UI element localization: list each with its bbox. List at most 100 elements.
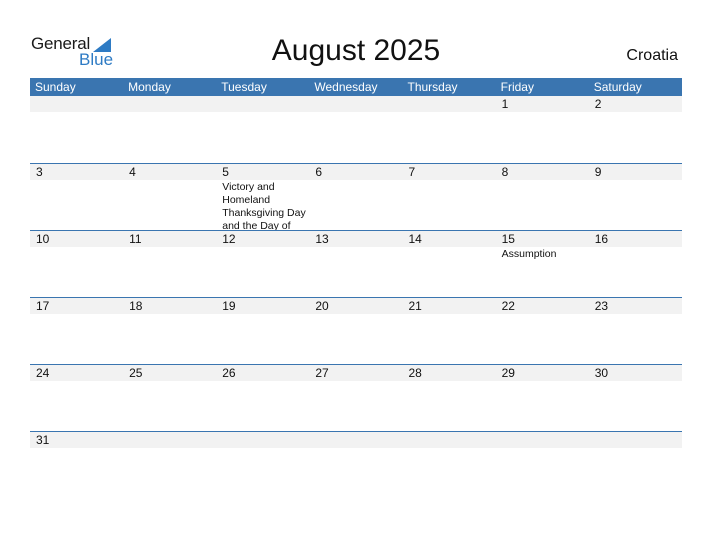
calendar-grid: Sunday Monday Tuesday Wednesday Thursday Frid… bbox=[30, 78, 682, 498]
day-number bbox=[496, 432, 589, 448]
day-number: 12 bbox=[222, 232, 236, 246]
events-area bbox=[30, 381, 682, 431]
day-event bbox=[30, 381, 123, 431]
day-number: 5 bbox=[222, 165, 229, 179]
day-event bbox=[309, 112, 402, 162]
day-event bbox=[309, 314, 402, 364]
day-number: 24 bbox=[36, 366, 50, 380]
day-number bbox=[309, 96, 402, 112]
day-event: Assumption bbox=[501, 248, 557, 260]
week-row: 17 18 19 20 21 22 23 bbox=[30, 297, 682, 364]
day-event bbox=[123, 112, 216, 162]
day-number: 21 bbox=[408, 299, 422, 313]
day-event bbox=[30, 314, 123, 364]
weekday-wednesday: Wednesday bbox=[314, 80, 378, 94]
events-area bbox=[30, 448, 682, 498]
day-event bbox=[589, 180, 682, 230]
day-number: 20 bbox=[315, 299, 329, 313]
date-band: 17 18 19 20 21 22 23 bbox=[30, 298, 682, 314]
day-event bbox=[589, 112, 682, 162]
day-number: 23 bbox=[594, 299, 609, 313]
week-row: 31 bbox=[30, 431, 682, 498]
date-band: 31 bbox=[30, 432, 682, 448]
day-number bbox=[216, 96, 309, 112]
day-number: 31 bbox=[36, 433, 50, 447]
day-number: 14 bbox=[408, 232, 422, 246]
day-event bbox=[309, 448, 402, 498]
week-row: 12 bbox=[30, 96, 682, 163]
day-number bbox=[30, 96, 123, 112]
day-number: 2 bbox=[594, 97, 602, 111]
day-number: 28 bbox=[408, 366, 422, 380]
day-event bbox=[123, 448, 216, 498]
day-event bbox=[123, 314, 216, 364]
day-event bbox=[123, 381, 216, 431]
day-number: 27 bbox=[315, 366, 329, 380]
week-row: 10 11 12 13 14 15 16 Assumption bbox=[30, 230, 682, 297]
day-number: 18 bbox=[129, 299, 143, 313]
day-number bbox=[589, 432, 682, 448]
day-event bbox=[589, 247, 682, 297]
day-event bbox=[30, 180, 123, 230]
events-area: Victory and Homeland Thanksgiving Day an… bbox=[30, 180, 682, 230]
day-event: Victory and Homeland Thanksgiving Day an… bbox=[222, 181, 306, 230]
day-number: 4 bbox=[129, 165, 136, 179]
calendar-title: August 2025 bbox=[271, 34, 441, 67]
day-number: 6 bbox=[315, 165, 323, 179]
day-number: 26 bbox=[222, 366, 236, 380]
day-event bbox=[123, 247, 216, 297]
day-event bbox=[216, 448, 309, 498]
day-number bbox=[403, 432, 496, 448]
weekday-saturday: Saturday bbox=[593, 80, 642, 94]
day-event bbox=[216, 314, 309, 364]
day-event bbox=[216, 247, 309, 297]
events-area: Assumption bbox=[30, 247, 682, 297]
day-number: 22 bbox=[501, 299, 515, 313]
day-number: 1 bbox=[501, 97, 509, 111]
day-event bbox=[403, 381, 496, 431]
events-area bbox=[30, 112, 682, 162]
week-row: 24 25 26 27 28 29 30 bbox=[30, 364, 682, 431]
day-number: 13 bbox=[315, 232, 329, 246]
weekday-sunday: Sunday bbox=[35, 80, 76, 94]
day-number bbox=[309, 432, 402, 448]
weeks-container: 1 2 3 4 5 6 7 8 9 Victory and Homeland Thanksgivi… bbox=[30, 96, 682, 498]
day-event bbox=[30, 112, 123, 162]
day-number: 17 bbox=[36, 299, 50, 313]
week-row: 3 4 5 6 7 8 9 Victory and Homeland Thanksgiving… bbox=[30, 163, 682, 230]
country-label: Croatia bbox=[626, 47, 678, 64]
day-number: 29 bbox=[501, 366, 515, 380]
weekday-thursday: Thursday bbox=[407, 80, 458, 94]
day-number: 30 bbox=[594, 366, 609, 380]
weekday-friday: Friday bbox=[500, 80, 534, 94]
day-event bbox=[30, 448, 123, 498]
day-event bbox=[403, 180, 496, 230]
weekday-header: Sunday Monday Tuesday Wednesday Thursday Frid… bbox=[30, 78, 682, 96]
day-event bbox=[216, 381, 309, 431]
day-number bbox=[123, 96, 216, 112]
day-number bbox=[216, 432, 309, 448]
date-band: 3 4 5 6 7 8 9 bbox=[30, 164, 682, 180]
day-number: 16 bbox=[594, 232, 609, 246]
day-event bbox=[496, 381, 589, 431]
day-number bbox=[403, 96, 496, 112]
events-area bbox=[30, 314, 682, 364]
day-event bbox=[309, 180, 402, 230]
day-event bbox=[309, 381, 402, 431]
day-number: 10 bbox=[36, 232, 50, 246]
day-number: 8 bbox=[501, 165, 509, 179]
day-number: 25 bbox=[129, 366, 143, 380]
day-event bbox=[309, 247, 402, 297]
weekday-monday: Monday bbox=[128, 80, 171, 94]
day-number: 19 bbox=[222, 299, 236, 313]
day-event bbox=[589, 448, 682, 498]
date-band: 24 25 26 27 28 29 30 bbox=[30, 365, 682, 381]
day-number: 11 bbox=[129, 232, 142, 246]
day-event bbox=[403, 112, 496, 162]
day-event bbox=[123, 180, 216, 230]
date-band: 10 11 12 13 14 15 16 bbox=[30, 231, 682, 247]
day-number: 7 bbox=[408, 165, 416, 179]
date-band: 12 bbox=[30, 96, 682, 112]
day-event bbox=[589, 381, 682, 431]
day-event bbox=[403, 448, 496, 498]
